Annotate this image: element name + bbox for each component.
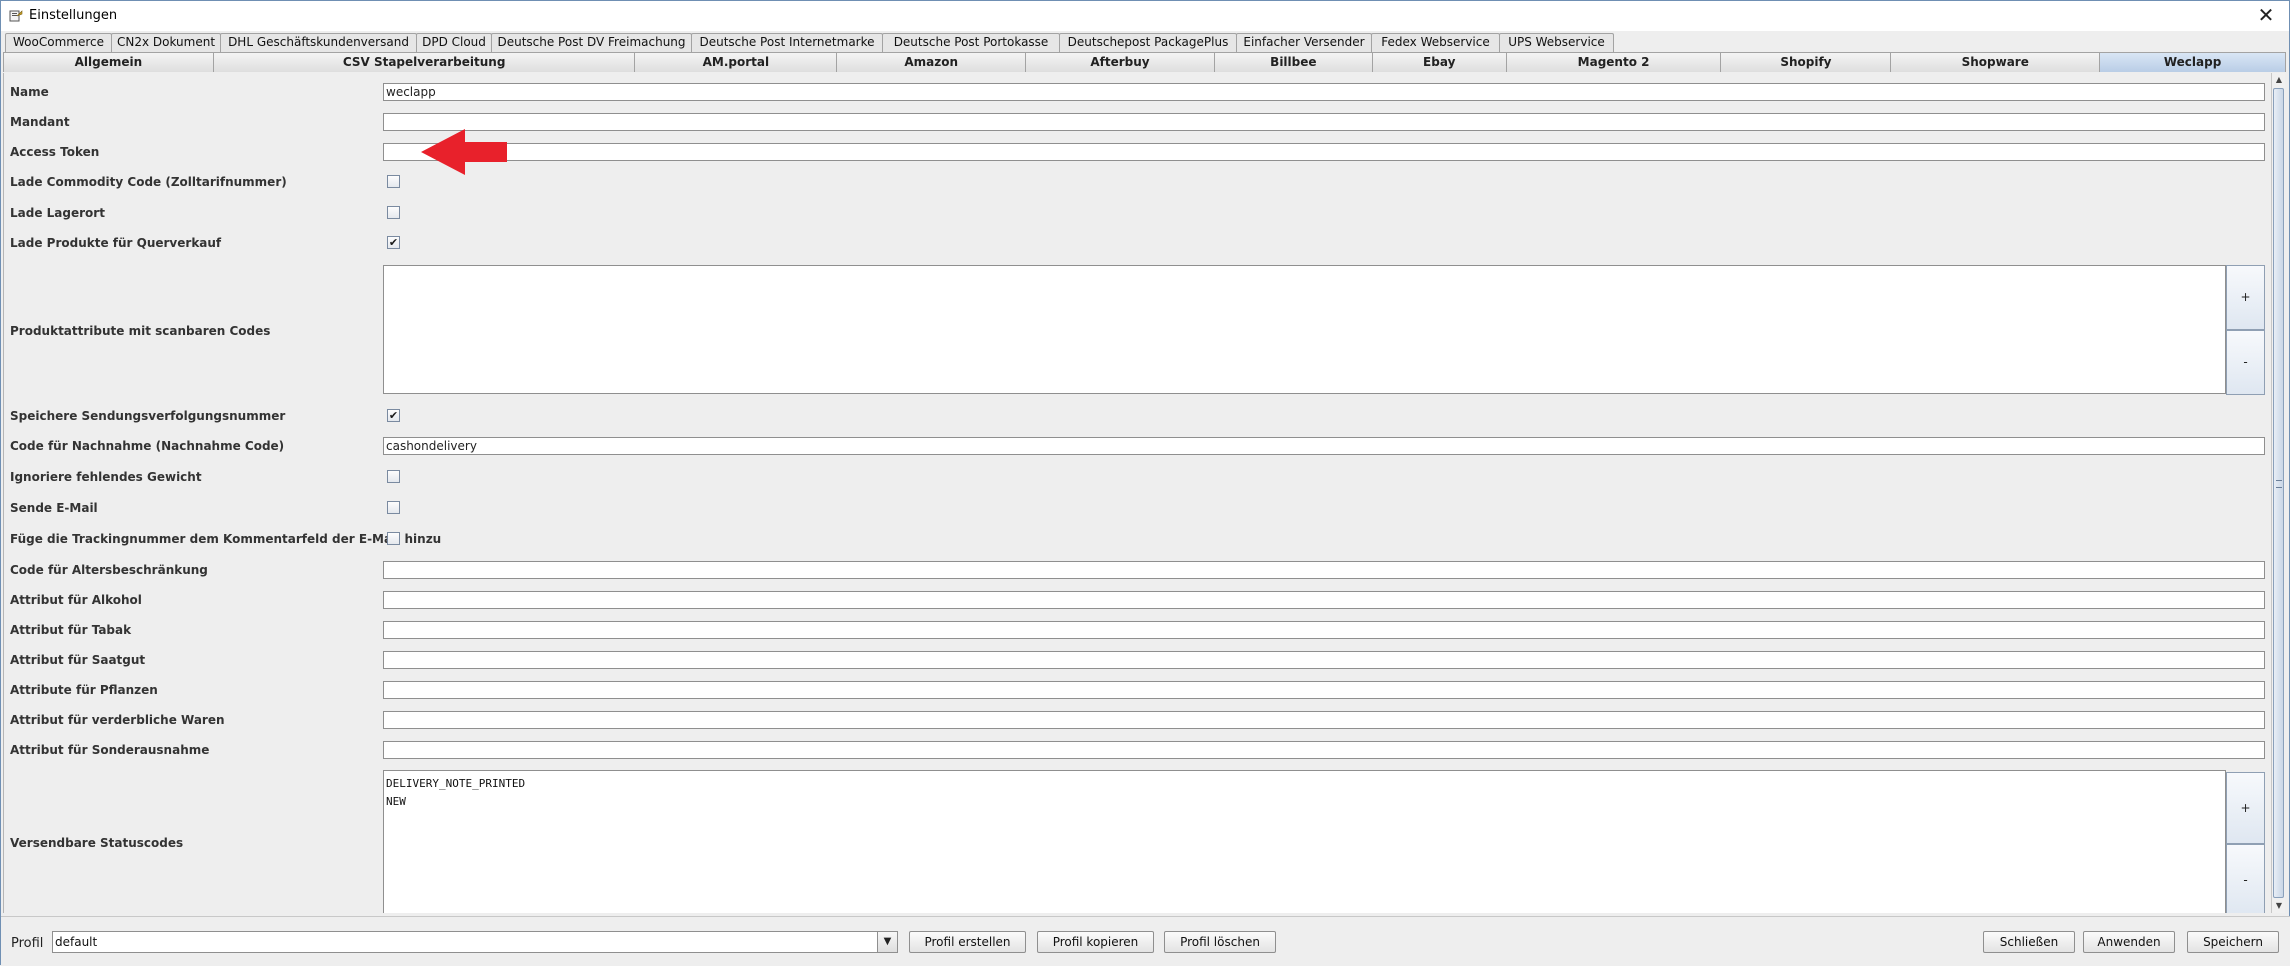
profil-erstellen-button[interactable]: Profil erstellen bbox=[909, 931, 1026, 953]
vertical-scrollbar[interactable]: ▲ ▼ bbox=[2271, 73, 2285, 913]
tab-deutsche-post-internetmarke[interactable]: Deutsche Post Internetmarke bbox=[691, 33, 883, 52]
tab-amazon[interactable]: Amazon bbox=[836, 52, 1027, 72]
label-access-token: Access Token bbox=[10, 145, 100, 159]
sende-email-checkbox[interactable] bbox=[387, 501, 400, 514]
name-field[interactable]: weclapp bbox=[383, 83, 2265, 101]
tab-cn2x-dokument[interactable]: CN2x Dokument bbox=[111, 33, 221, 52]
title-bar: Einstellungen ✕ bbox=[1, 1, 2289, 31]
speichere-sendungsverfolgungsnummer-checkbox[interactable]: ✔ bbox=[387, 409, 400, 422]
produktattribute-remove-button[interactable]: - bbox=[2226, 330, 2265, 395]
settings-window: Einstellungen ✕ WooCommerce CN2x Dokumen… bbox=[0, 0, 2290, 966]
tab-ups-webservice[interactable]: UPS Webservice bbox=[1499, 33, 1614, 52]
label-altersbeschraenkung: Code für Altersbeschränkung bbox=[10, 563, 208, 577]
tab-billbee[interactable]: Billbee bbox=[1213, 52, 1373, 72]
label-name: Name bbox=[10, 85, 49, 99]
profil-kopieren-button[interactable]: Profil kopieren bbox=[1037, 931, 1154, 953]
lade-commodity-code-checkbox[interactable] bbox=[387, 175, 400, 188]
tab-deutsche-post-dv-freimachung[interactable]: Deutsche Post DV Freimachung bbox=[491, 33, 692, 52]
label-sonderausnahme: Attribut für Sonderausnahme bbox=[10, 743, 210, 757]
verderbliche-waren-field[interactable] bbox=[383, 711, 2265, 729]
label-verderbliche-waren: Attribut für verderbliche Waren bbox=[10, 713, 225, 727]
label-lade-commodity-code: Lade Commodity Code (Zolltarifnummer) bbox=[10, 175, 287, 189]
label-versendbare-statuscodes: Versendbare Statuscodes bbox=[10, 836, 184, 850]
tabak-field[interactable] bbox=[383, 621, 2265, 639]
tab-am-portal[interactable]: AM.portal bbox=[634, 52, 838, 72]
label-lade-lagerort: Lade Lagerort bbox=[10, 206, 105, 220]
tab-deutschepost-packageplus[interactable]: Deutschepost PackagePlus bbox=[1059, 33, 1237, 52]
tab-afterbuy[interactable]: Afterbuy bbox=[1025, 52, 1215, 72]
tab-fedex-webservice[interactable]: Fedex Webservice bbox=[1371, 33, 1500, 52]
alkohol-field[interactable] bbox=[383, 591, 2265, 609]
nachnahme-code-field[interactable]: cashondelivery bbox=[383, 437, 2265, 455]
label-produktattribute: Produktattribute mit scanbaren Codes bbox=[10, 324, 271, 338]
lade-lagerort-checkbox[interactable] bbox=[387, 206, 400, 219]
tab-allgemein[interactable]: Allgemein bbox=[3, 52, 214, 72]
scrollbar-grip-icon bbox=[2276, 480, 2282, 488]
label-alkohol: Attribut für Alkohol bbox=[10, 593, 142, 607]
statuscodes-list[interactable]: DELIVERY_NOTE_PRINTED NEW bbox=[383, 770, 2226, 913]
chevron-down-icon[interactable]: ▼ bbox=[877, 932, 897, 952]
profil-select-value: default bbox=[55, 935, 98, 949]
produktattribute-add-button[interactable]: + bbox=[2226, 265, 2265, 330]
profil-loeschen-button[interactable]: Profil löschen bbox=[1164, 931, 1276, 953]
mandant-field[interactable] bbox=[383, 113, 2265, 131]
schliessen-button[interactable]: Schließen bbox=[1983, 931, 2075, 953]
scroll-up-icon[interactable]: ▲ bbox=[2272, 73, 2286, 87]
scroll-down-icon[interactable]: ▼ bbox=[2272, 899, 2286, 913]
statuscodes-remove-button[interactable]: - bbox=[2226, 844, 2265, 913]
speichern-button[interactable]: Speichern bbox=[2187, 931, 2279, 953]
label-mandant: Mandant bbox=[10, 115, 70, 129]
profil-select[interactable]: default ▼ bbox=[52, 931, 898, 953]
close-icon[interactable]: ✕ bbox=[2251, 4, 2281, 28]
tab-shopify[interactable]: Shopify bbox=[1720, 52, 1892, 72]
tab-deutsche-post-portokasse[interactable]: Deutsche Post Portokasse bbox=[882, 33, 1060, 52]
label-nachnahme-code: Code für Nachnahme (Nachnahme Code) bbox=[10, 439, 285, 453]
tab-woocommerce[interactable]: WooCommerce bbox=[5, 33, 112, 52]
pflanzen-field[interactable] bbox=[383, 681, 2265, 699]
anwenden-button[interactable]: Anwenden bbox=[2083, 931, 2175, 953]
app-icon bbox=[9, 10, 23, 22]
label-pflanzen: Attribute für Pflanzen bbox=[10, 683, 158, 697]
tab-weclapp[interactable]: Weclapp bbox=[2099, 52, 2286, 72]
label-lade-produkte: Lade Produkte für Querverkauf bbox=[10, 236, 222, 250]
statuscodes-add-button[interactable]: + bbox=[2226, 772, 2265, 844]
label-saatgut: Attribut für Saatgut bbox=[10, 653, 146, 667]
tab-shopware[interactable]: Shopware bbox=[1890, 52, 2101, 72]
produktattribute-list[interactable] bbox=[383, 265, 2226, 394]
label-fuege-trackingnummer: Füge die Trackingnummer dem Kommentarfel… bbox=[10, 532, 442, 546]
fuege-trackingnummer-checkbox[interactable] bbox=[387, 532, 400, 545]
tab-row-1: WooCommerce CN2x Dokument DHL Geschäftsk… bbox=[5, 33, 1614, 52]
bottom-bar: Profil default ▼ Profil erstellen Profil… bbox=[1, 916, 2290, 966]
label-ignoriere-gewicht: Ignoriere fehlendes Gewicht bbox=[10, 470, 202, 484]
lade-produkte-checkbox[interactable]: ✔ bbox=[387, 236, 400, 249]
label-speichere-sendungsverfolgungsnummer: Speichere Sendungsverfolgungsnummer bbox=[10, 409, 286, 423]
tab-csv-stapelverarbeitung[interactable]: CSV Stapelverarbeitung bbox=[212, 52, 636, 72]
sonderausnahme-field[interactable] bbox=[383, 741, 2265, 759]
tab-ebay[interactable]: Ebay bbox=[1371, 52, 1507, 72]
label-tabak: Attribut für Tabak bbox=[10, 623, 132, 637]
label-sende-email: Sende E-Mail bbox=[10, 501, 98, 515]
window-title: Einstellungen bbox=[29, 8, 118, 23]
annotation-arrow-icon bbox=[421, 129, 507, 175]
tab-row-2: Allgemein CSV Stapelverarbeitung AM.port… bbox=[3, 52, 2286, 72]
tab-magento-2[interactable]: Magento 2 bbox=[1505, 52, 1722, 72]
settings-form-panel: Name weclapp Mandant Access Token Lade C… bbox=[3, 73, 2271, 913]
tab-dhl-geschaeftskundenversand[interactable]: DHL Geschäftskundenversand bbox=[220, 33, 417, 52]
tab-einfacher-versender[interactable]: Einfacher Versender bbox=[1236, 33, 1372, 52]
scrollbar-thumb[interactable] bbox=[2273, 88, 2284, 898]
profil-label: Profil bbox=[11, 936, 44, 951]
ignoriere-gewicht-checkbox[interactable] bbox=[387, 470, 400, 483]
tab-dpd-cloud[interactable]: DPD Cloud bbox=[416, 33, 492, 52]
saatgut-field[interactable] bbox=[383, 651, 2265, 669]
altersbeschraenkung-field[interactable] bbox=[383, 561, 2265, 579]
access-token-field[interactable] bbox=[383, 143, 2265, 161]
